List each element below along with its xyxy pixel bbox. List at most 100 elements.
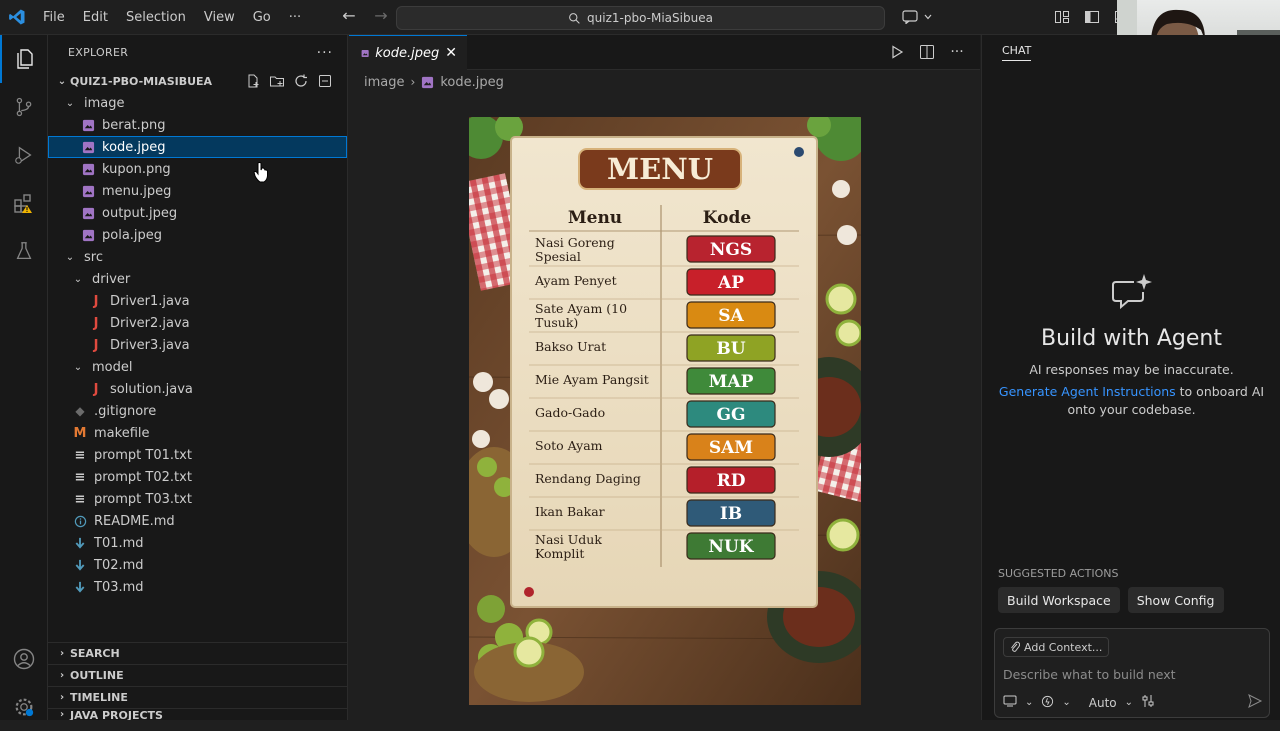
file-item[interactable]: J Driver2.java xyxy=(48,312,347,334)
folder-item[interactable]: ⌄ driver xyxy=(48,268,347,290)
folder-item[interactable]: ⌄ model xyxy=(48,356,347,378)
section-java-projects[interactable]: › JAVA PROJECTS xyxy=(48,708,348,720)
code-badge-label: RD xyxy=(717,471,746,491)
tools-icon[interactable] xyxy=(1041,695,1054,711)
chat-input[interactable]: Describe what to build next xyxy=(1003,667,1176,682)
file-item[interactable]: ≡ prompt T03.txt xyxy=(48,488,347,510)
add-context-label: Add Context... xyxy=(1024,640,1103,654)
settings-sliders-icon[interactable] xyxy=(1141,694,1155,711)
explorer-more-icon[interactable]: ··· xyxy=(317,45,333,61)
menu-item-name: Komplit xyxy=(535,546,584,561)
file-item[interactable]: Mmakefile xyxy=(48,422,347,444)
explorer-activity[interactable] xyxy=(0,35,48,83)
menu-view[interactable]: View xyxy=(195,0,244,35)
markdown-icon xyxy=(72,579,88,595)
section-search[interactable]: › SEARCH xyxy=(48,642,348,664)
back-arrow-icon[interactable]: ← xyxy=(338,6,360,25)
file-item[interactable]: menu.jpeg xyxy=(48,180,347,202)
breadcrumb-folder[interactable]: image xyxy=(364,75,405,90)
new-file-icon[interactable] xyxy=(245,73,261,89)
file-item[interactable]: ◆ .gitignore xyxy=(48,400,347,422)
tree-item-label: solution.java xyxy=(110,381,193,397)
tree-item-label: T03.md xyxy=(94,579,144,595)
toggle-sidebar-icon[interactable] xyxy=(1080,5,1104,29)
chevron-down-icon: ⌄ xyxy=(65,251,75,263)
section-timeline[interactable]: › TIMELINE xyxy=(48,686,348,708)
menu-edit[interactable]: Edit xyxy=(74,0,117,35)
onboard-text-2: onto your codebase. xyxy=(1067,402,1196,417)
menu-go[interactable]: Go xyxy=(244,0,280,35)
testing-activity[interactable] xyxy=(0,227,48,275)
onboard-text: to onboard AI xyxy=(1179,384,1265,399)
file-item[interactable]: berat.png xyxy=(48,114,347,136)
command-center-search[interactable]: quiz1-pbo-MiaSibuea xyxy=(396,6,885,30)
manage-activity[interactable] xyxy=(0,683,48,731)
java-file-icon: J xyxy=(93,337,99,353)
file-item[interactable]: J Driver3.java xyxy=(48,334,347,356)
file-item[interactable]: kupon.png xyxy=(48,158,347,180)
file-item[interactable]: ≡ prompt T02.txt xyxy=(48,466,347,488)
file-item[interactable]: output.jpeg xyxy=(48,202,347,224)
accounts-activity[interactable] xyxy=(0,635,48,683)
paperclip-icon xyxy=(1011,641,1020,652)
menu-item-name: Nasi Goreng xyxy=(535,235,615,250)
project-header[interactable]: ⌄ QUIZ1-PBO-MIASIBUEA xyxy=(48,70,347,92)
menu-file[interactable]: File xyxy=(34,0,74,35)
file-item[interactable]: T03.md xyxy=(48,576,347,598)
image-file-icon xyxy=(80,205,96,221)
new-folder-icon[interactable] xyxy=(269,73,285,89)
chat-heading: Build with Agent xyxy=(1040,326,1222,351)
split-editor-icon[interactable] xyxy=(918,43,936,61)
folder-item[interactable]: ⌄ image xyxy=(48,92,347,114)
collapse-all-icon[interactable] xyxy=(317,73,333,89)
run-icon[interactable] xyxy=(888,43,906,61)
menu-item-name: Mie Ayam Pangsit xyxy=(535,372,649,387)
chevron-down-icon[interactable]: ⌄ xyxy=(1062,697,1070,708)
send-icon[interactable] xyxy=(1247,693,1263,712)
menu-more[interactable]: ··· xyxy=(280,0,310,35)
file-item[interactable]: README.md xyxy=(48,510,347,532)
customize-layout-icon[interactable] xyxy=(1050,5,1074,29)
beaker-icon xyxy=(16,242,32,259)
attach-icon[interactable] xyxy=(1003,695,1017,710)
chevron-down-icon: ⌄ xyxy=(57,75,67,87)
copilot-icon[interactable] xyxy=(896,5,938,29)
title-bar: File Edit Selection View Go ··· ← → quiz… xyxy=(0,0,1280,35)
extensions-activity[interactable] xyxy=(0,179,48,227)
file-item[interactable]: Jsolution.java xyxy=(48,378,347,400)
menu-item-name: Sate Ayam (10 xyxy=(535,301,627,316)
build-workspace-button[interactable]: Build Workspace xyxy=(998,587,1120,613)
add-context-button[interactable]: Add Context... xyxy=(1003,637,1110,657)
folder-item[interactable]: ⌄ src xyxy=(48,246,347,268)
section-outline[interactable]: › OUTLINE xyxy=(48,664,348,686)
chat-sparkle-icon xyxy=(1111,274,1152,310)
more-actions-icon[interactable]: ··· xyxy=(948,43,966,61)
mode-select[interactable]: Auto xyxy=(1089,696,1117,710)
refresh-icon[interactable] xyxy=(293,73,309,89)
vscode-logo-icon xyxy=(0,0,34,35)
chevron-down-icon[interactable]: ⌄ xyxy=(1125,697,1133,708)
chat-title[interactable]: CHAT xyxy=(1002,44,1032,61)
file-item[interactable]: J Driver1.java xyxy=(48,290,347,312)
file-item[interactable]: T01.md xyxy=(48,532,347,554)
show-config-button[interactable]: Show Config xyxy=(1127,587,1224,613)
tab-kode-jpeg[interactable]: kode.jpeg ✕ xyxy=(349,35,467,70)
forward-arrow-icon[interactable]: → xyxy=(370,6,392,25)
breadcrumb-file[interactable]: kode.jpeg xyxy=(440,75,504,90)
source-control-activity[interactable] xyxy=(0,83,48,131)
file-item[interactable]: ≡ prompt T01.txt xyxy=(48,444,347,466)
run-debug-activity[interactable] xyxy=(0,131,48,179)
chat-input-box[interactable]: Add Context... Describe what to build ne… xyxy=(994,628,1270,718)
code-badge-label: IB xyxy=(720,504,742,524)
chevron-down-icon[interactable]: ⌄ xyxy=(1025,697,1033,708)
menu-item-name: Bakso Urat xyxy=(535,339,606,354)
menu-item-name: Rendang Daging xyxy=(535,471,641,486)
file-item[interactable]: kode.jpeg xyxy=(48,136,347,158)
extensions-icon xyxy=(14,194,32,213)
sidebar-sections: › SEARCH › OUTLINE › TIMELINE › JAVA PROJECT… xyxy=(48,642,348,720)
close-icon[interactable]: ✕ xyxy=(445,45,457,61)
file-item[interactable]: pola.jpeg xyxy=(48,224,347,246)
file-item[interactable]: T02.md xyxy=(48,554,347,576)
generate-instructions-link[interactable]: Generate Agent Instructions xyxy=(999,384,1176,399)
menu-selection[interactable]: Selection xyxy=(117,0,195,35)
